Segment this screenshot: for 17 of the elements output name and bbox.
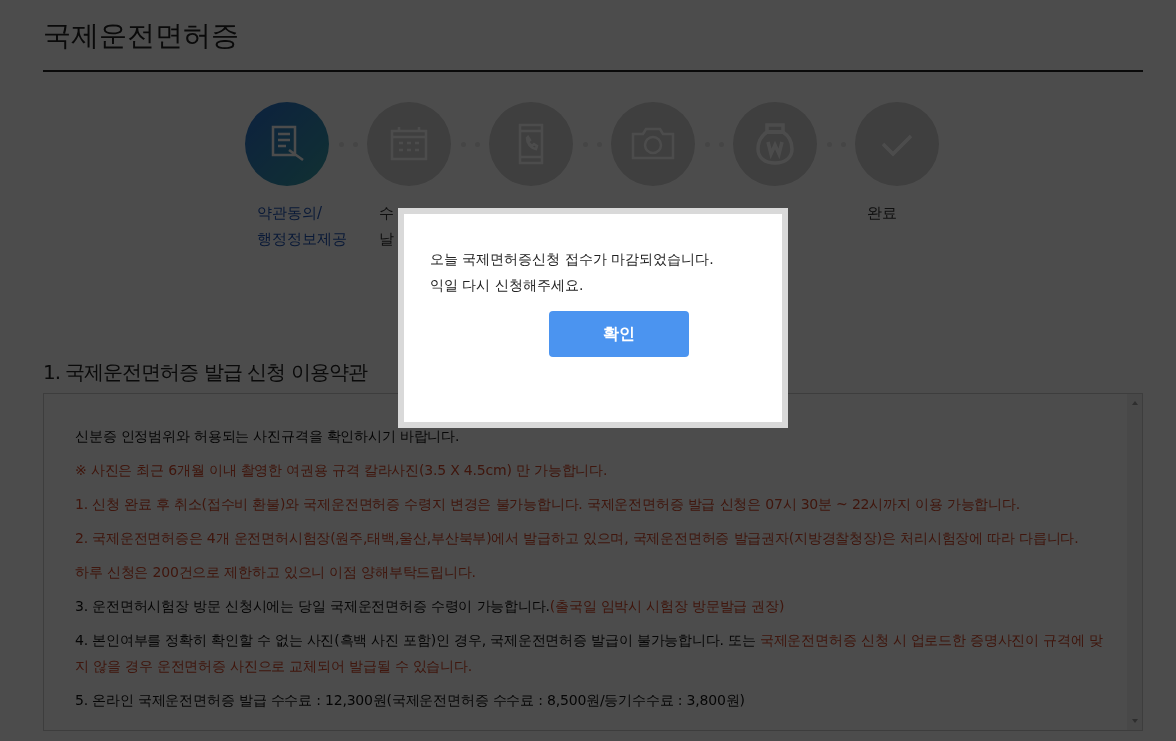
step-label: 수: [379, 203, 394, 224]
step-label: 행정정보제공: [257, 229, 347, 250]
terms-paragraph: 신분증 인정범위와 허용되는 사진규격을 확인하시기 바랍니다.: [75, 427, 461, 446]
terms-paragraph: 하루 신청은 200건으로 제한하고 있으니 이점 양해부탁드립니다.: [75, 563, 477, 582]
terms-paragraph: 3. 운전면허시험장 방문 신청시에는 당일 국제운전면허증 수령이 가능합니다.(출국일 임박시 시험장 방문발급 권장): [75, 597, 786, 616]
confirm-button[interactable]: 확인: [549, 311, 689, 357]
dialog-message: 익일 다시 신청해주세요.: [430, 276, 584, 295]
dialog-message: 오늘 국제면허증신청 접수가 마감되었습니다.: [430, 250, 714, 269]
terms-paragraph: 5. 온라인 국제운전면허증 발급 수수료 : 12,300원(국제운전면허증 수수료 : 8,500원/등기수수료 : 3,800원): [75, 691, 746, 710]
step-label: 날: [379, 229, 394, 250]
step-label: 완료: [867, 203, 897, 224]
terms-paragraph: 4. 본인여부를 정확히 확인할 수 없는 사진(흑백 사진 포함)인 경우, 국제운전면허증 발급이 불가능합니다. 또는 국제운전면허증 신청 시 업로드한 증명사진이 규격에 맞지 않을 경우 운전면허증 사진으로 교체되어 발급될 수 있습니다.: [75, 631, 1104, 676]
step-label: 약관동의/: [257, 203, 323, 224]
terms-paragraph: 1. 신청 완료 후 취소(접수비 환불)와 국제운전면허증 수령지 변경은 불가능합니다. 국제운전면허증 발급 신청은 07시 30분 ~ 22시까지 이용 가능합니다.: [75, 495, 1022, 514]
terms-paragraph: 2. 국제운전면허증은 4개 운전면허시험장(원주,태백,울산,부산북부)에서 발급하고 있으며, 국제운전면허증 발급권자(지방경찰청장)은 처리시험장에 따라 다릅니다.: [75, 529, 1080, 548]
terms-paragraph: ※ 사진은 최근 6개월 이내 촬영한 여권용 규격 칼라사진(3.5 X 4.5cm) 만 가능합니다.: [75, 461, 609, 480]
section-title: 1. 국제운전면허증 발급 신청 이용약관: [43, 359, 367, 385]
